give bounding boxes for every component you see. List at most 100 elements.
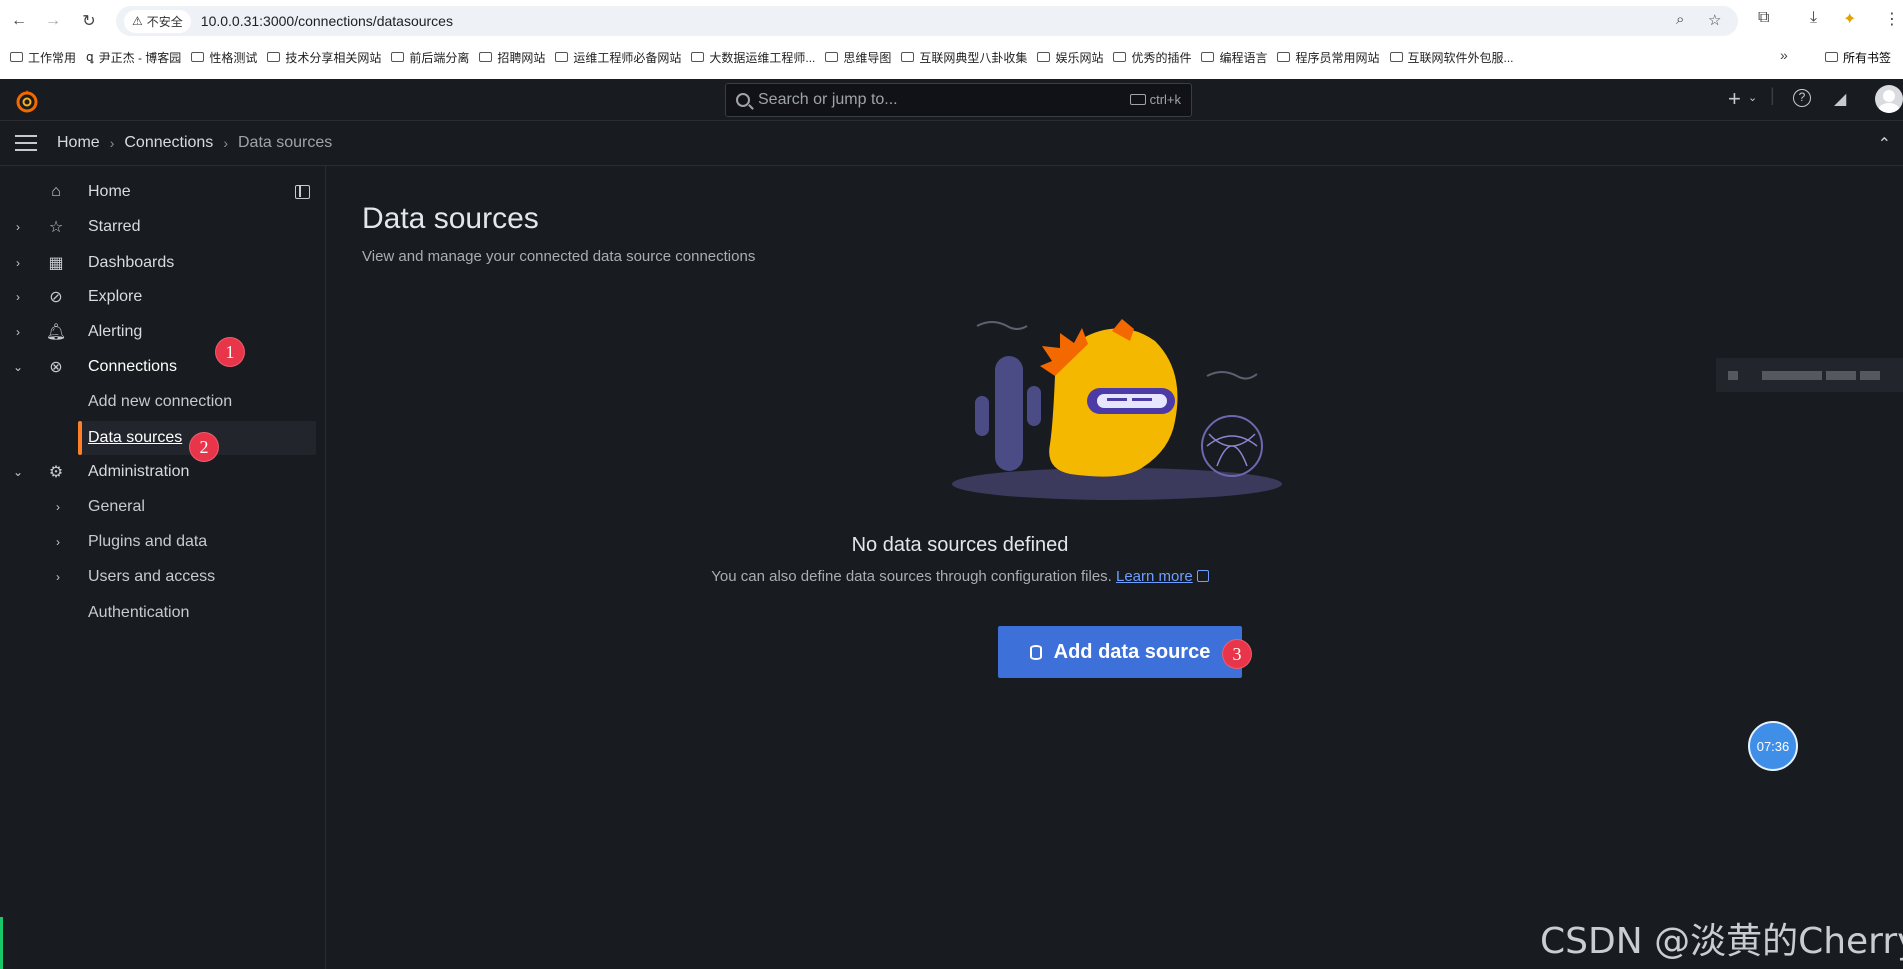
database-icon	[1029, 644, 1042, 660]
breadcrumb-bar: Home › Connections › Data sources ⌃	[0, 122, 1903, 166]
sidebar-item-home[interactable]: ⌂ Home	[0, 175, 326, 209]
sidebar-item-authentication[interactable]: Authentication	[0, 596, 326, 630]
breadcrumb: Home › Connections › Data sources	[57, 134, 332, 152]
sidebar-item-connections[interactable]: ⌄ ⊗ Connections	[0, 350, 326, 384]
forward-icon[interactable]: →	[40, 8, 66, 34]
keyboard-icon	[1129, 94, 1146, 105]
grafana-topbar: Search or jump to... ctrl+k + ⌄ | ? ◢	[0, 79, 1903, 121]
bookmark-item[interactable]: 前后端分离	[391, 49, 469, 66]
all-bookmarks-button[interactable]: 所有书签	[1825, 44, 1891, 70]
search-input[interactable]: Search or jump to... ctrl+k	[725, 83, 1192, 117]
chevron-down-icon[interactable]: ⌄	[12, 360, 24, 374]
breadcrumb-connections[interactable]: Connections	[124, 134, 213, 152]
bookmark-item[interactable]: 编程语言	[1201, 49, 1267, 66]
user-avatar[interactable]	[1875, 85, 1903, 113]
bookmark-item[interactable]: 娱乐网站	[1037, 49, 1103, 66]
chevron-right-icon[interactable]: ›	[12, 256, 24, 270]
more-bookmarks-button[interactable]: »	[1780, 47, 1788, 63]
browser-toolbar: ← → ↻ ⚠ 不安全 10.0.0.31:3000/connections/d…	[0, 0, 1903, 42]
folder-icon	[267, 52, 281, 62]
sidebar-item-add-new-connection[interactable]: Add new connection	[0, 385, 326, 419]
empty-state-title: No data sources defined	[851, 534, 1069, 556]
reload-icon[interactable]: ↻	[76, 8, 102, 34]
folder-icon	[1037, 52, 1051, 62]
folder-icon	[1201, 52, 1215, 62]
empty-state-illustration	[952, 319, 1282, 500]
breadcrumb-current: Data sources	[237, 134, 333, 151]
sidebar-item-general[interactable]: › General	[0, 490, 326, 524]
bookmark-item[interactable]: 互联网软件外包服...	[1389, 49, 1514, 66]
bookmark-item[interactable]: 程序员常用网站	[1277, 49, 1380, 66]
add-data-source-button[interactable]: Add data source	[998, 626, 1242, 678]
new-plus-icon[interactable]: +	[1728, 86, 1741, 112]
news-feed-icon[interactable]: ◢	[1834, 89, 1846, 109]
chevron-right-icon[interactable]: ›	[12, 220, 24, 234]
folder-icon	[1389, 52, 1403, 62]
grafana-logo-icon[interactable]	[14, 88, 40, 114]
sidebar-item-plugins-and-data[interactable]: › Plugins and data	[0, 525, 326, 559]
search-placeholder: Search or jump to...	[758, 91, 898, 108]
bookmark-item[interactable]: ꝗ 尹正杰 - 博客园	[86, 49, 181, 66]
compass-icon: ⊘	[49, 289, 63, 306]
page-subtitle: View and manage your connected data sour…	[362, 248, 756, 265]
menu-toggle-icon[interactable]	[15, 135, 37, 151]
home-icon: ⌂	[51, 183, 61, 200]
chevron-right-icon[interactable]: ›	[52, 570, 64, 584]
extensions-icon[interactable]: ⧉	[1758, 9, 1769, 27]
folder-icon	[10, 52, 23, 62]
zoom-icon[interactable]: ⌕	[1676, 11, 1684, 28]
empty-state-description: You can also define data sources through…	[327, 568, 1593, 585]
external-link-icon	[1196, 570, 1209, 582]
connections-icon: ⊗	[49, 359, 63, 376]
sidebar-item-starred[interactable]: › ☆ Starred	[0, 210, 326, 244]
bookmark-item[interactable]: 思维导图	[825, 49, 891, 66]
star-icon[interactable]: ☆	[1708, 11, 1721, 29]
bookmark-item[interactable]: 互联网典型八卦收集	[901, 49, 1027, 66]
browser-menu-icon[interactable]: ⋮	[1884, 9, 1900, 29]
folder-icon	[1825, 52, 1838, 62]
breadcrumb-home[interactable]: Home	[57, 134, 100, 152]
sidebar-item-dashboards[interactable]: › ▦ Dashboards	[0, 246, 326, 280]
chevron-right-icon: ›	[223, 135, 228, 151]
annotation-badge-1: 1	[215, 337, 245, 367]
search-icon	[736, 93, 750, 107]
download-icon[interactable]: ⤓	[1810, 9, 1817, 27]
bookmark-item[interactable]: 工作常用	[10, 49, 76, 66]
chevron-right-icon[interactable]: ›	[12, 325, 24, 339]
folder-icon	[391, 52, 405, 62]
main-content: Data sources View and manage your connec…	[327, 166, 1903, 969]
chevron-right-icon[interactable]: ›	[52, 500, 64, 514]
star-icon: ☆	[48, 219, 64, 236]
folder-icon	[691, 52, 705, 62]
back-icon[interactable]: ←	[6, 8, 32, 34]
sidebar-item-alerting[interactable]: › 🔔︎ Alerting	[0, 315, 326, 349]
bookmark-item[interactable]: 技术分享相关网站	[267, 49, 381, 66]
learn-more-link[interactable]: Learn more	[1116, 568, 1193, 585]
address-bar[interactable]: ⚠ 不安全 10.0.0.31:3000/connections/datasou…	[116, 6, 1738, 36]
bookmark-item[interactable]: 运维工程师必备网站	[555, 49, 681, 66]
chevron-right-icon[interactable]: ›	[52, 535, 64, 549]
folder-icon	[1113, 52, 1127, 62]
divider: |	[1770, 85, 1775, 105]
security-chip[interactable]: ⚠ 不安全	[124, 9, 191, 33]
sidebar: ⌂ Home › ☆ Starred › ▦ Dashboards › ⊘ Ex…	[0, 166, 326, 969]
extension-badge-icon[interactable]: ✦	[1843, 9, 1856, 29]
keyboard-shortcut: ctrl+k	[1129, 92, 1181, 107]
sidebar-item-administration[interactable]: ⌄ ⚙ Administration	[0, 455, 326, 489]
sidebar-item-users-and-access[interactable]: › Users and access	[0, 560, 326, 594]
chevron-up-icon[interactable]: ⌃	[1878, 134, 1891, 154]
warning-icon: ⚠	[132, 14, 143, 28]
floating-timer-widget[interactable]: 07:36	[1748, 721, 1798, 771]
help-icon[interactable]: ?	[1793, 89, 1811, 107]
sidebar-item-explore[interactable]: › ⊘ Explore	[0, 280, 326, 314]
bookmark-item[interactable]: 优秀的插件	[1113, 49, 1191, 66]
bookmark-item[interactable]: 性格测试	[191, 49, 257, 66]
chevron-down-icon[interactable]: ⌄	[1748, 91, 1757, 104]
green-edge-strip	[0, 917, 3, 969]
chevron-down-icon[interactable]: ⌄	[12, 465, 24, 479]
bookmark-item[interactable]: 招聘网站	[479, 49, 545, 66]
bookmark-item[interactable]: 大数据运维工程师...	[691, 49, 815, 66]
chevron-right-icon[interactable]: ›	[12, 290, 24, 304]
folder-icon	[555, 52, 569, 62]
browser-chrome: ← → ↻ ⚠ 不安全 10.0.0.31:3000/connections/d…	[0, 0, 1903, 79]
